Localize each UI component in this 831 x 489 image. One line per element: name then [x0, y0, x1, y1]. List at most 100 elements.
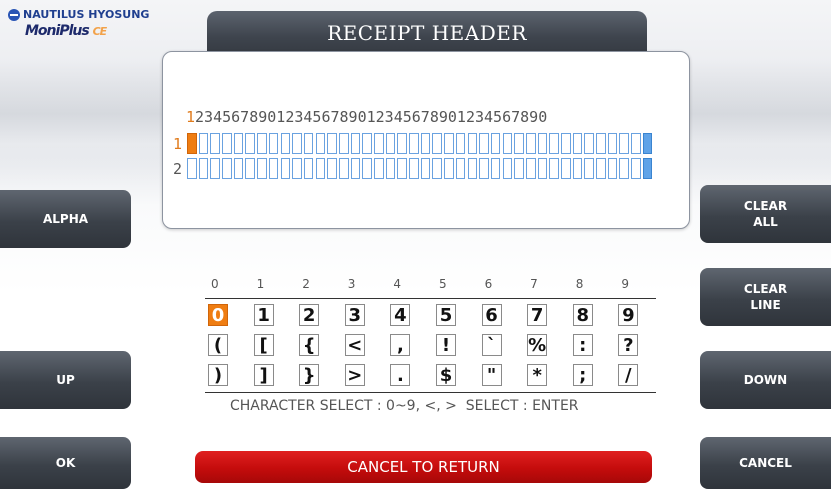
char-key[interactable]: ] — [251, 364, 297, 388]
char-cell — [245, 158, 256, 179]
char-cell — [338, 133, 349, 154]
char-key[interactable]: 9 — [615, 304, 661, 328]
char-cell — [525, 133, 536, 154]
char-cell — [572, 133, 583, 154]
char-key-label: ] — [253, 364, 274, 386]
char-key[interactable]: < — [342, 334, 388, 358]
alpha-button[interactable]: ALPHA — [0, 190, 131, 248]
up-button-label: UP — [56, 373, 75, 387]
char-key-label: 4 — [390, 304, 411, 326]
clear-line-button[interactable]: CLEAR LINE — [700, 268, 831, 326]
char-key-label: % — [527, 334, 548, 356]
char-cell — [479, 158, 489, 179]
char-key-label: 6 — [481, 304, 502, 326]
char-key[interactable]: 2 — [296, 304, 342, 328]
char-cell — [420, 133, 431, 154]
char-cell — [338, 158, 349, 179]
char-key[interactable]: { — [296, 334, 342, 358]
char-key-label: ( — [208, 334, 228, 356]
char-key[interactable]: / — [615, 364, 661, 388]
char-key[interactable]: % — [524, 334, 570, 358]
char-key-label: { — [299, 334, 320, 356]
char-cell — [327, 133, 337, 154]
char-row-3: )]} >. $ " *; / — [205, 364, 661, 388]
char-key[interactable]: " — [479, 364, 525, 388]
cancel-button-label: CANCEL — [739, 456, 792, 470]
header-line-1[interactable] — [187, 133, 655, 155]
char-key[interactable]: ` — [479, 334, 525, 358]
char-cell — [479, 133, 489, 154]
char-cell — [596, 158, 606, 179]
char-cell — [409, 133, 419, 154]
char-key[interactable]: 6 — [479, 304, 525, 328]
char-cell — [327, 158, 337, 179]
char-key-label: } — [299, 364, 320, 386]
char-key[interactable]: . — [387, 364, 433, 388]
ruler-first-digit: 1 — [186, 108, 196, 126]
char-key-label: < — [344, 334, 365, 356]
char-cell — [268, 133, 279, 154]
char-key[interactable]: ? — [615, 334, 661, 358]
cancel-button[interactable]: CANCEL — [700, 437, 831, 489]
brand-logo: NAUTILUS HYOSUNG MoniPlus CE — [8, 8, 149, 39]
brand-product-suffix: CE — [92, 25, 108, 38]
char-cell — [374, 158, 384, 179]
clear-all-button[interactable]: CLEAR ALL — [700, 185, 831, 243]
alpha-button-label: ALPHA — [42, 212, 89, 226]
char-cell — [280, 158, 291, 179]
char-key-label: * — [527, 364, 548, 386]
char-cell — [432, 133, 443, 154]
char-cell — [642, 158, 653, 179]
column-digits: 0 1 2 3 4 5 6 7 8 9 — [207, 277, 663, 291]
clear-all-label: CLEAR ALL — [743, 199, 788, 229]
char-cell — [233, 158, 244, 179]
char-key-label: 9 — [618, 304, 639, 326]
char-cell — [350, 158, 361, 179]
char-cell — [257, 133, 267, 154]
header-line-2[interactable] — [187, 158, 655, 180]
char-key[interactable]: * — [524, 364, 570, 388]
column-digit: 3 — [347, 277, 356, 291]
char-key[interactable]: ; — [570, 364, 616, 388]
char-row-2: ( [{ <,! `%:? — [205, 334, 661, 358]
char-key[interactable]: 5 — [433, 304, 479, 328]
char-key[interactable]: ! — [433, 334, 479, 358]
char-key[interactable]: 8 — [570, 304, 616, 328]
char-cell — [268, 158, 279, 179]
globe-icon — [8, 8, 20, 21]
char-key[interactable]: ( — [205, 334, 251, 358]
char-key-label: " — [481, 364, 502, 386]
char-key[interactable]: } — [296, 364, 342, 388]
char-key[interactable]: 1 — [251, 304, 297, 328]
char-key[interactable]: [ — [251, 334, 297, 358]
down-button[interactable]: DOWN — [700, 351, 831, 409]
char-key-label: ; — [572, 364, 593, 386]
char-key-label: 8 — [572, 304, 593, 326]
char-key[interactable]: 7 — [524, 304, 570, 328]
up-button[interactable]: UP — [0, 351, 131, 409]
char-cell — [444, 158, 454, 179]
char-cell — [584, 158, 594, 179]
cancel-to-return-button[interactable]: CANCEL TO RETURN — [195, 451, 652, 483]
char-key[interactable]: > — [342, 364, 388, 388]
char-cell — [537, 158, 548, 179]
char-cell — [537, 133, 548, 154]
char-cell — [631, 133, 641, 154]
char-cell — [397, 158, 407, 179]
char-cell — [432, 158, 443, 179]
char-key[interactable]: 4 — [387, 304, 433, 328]
char-cell — [187, 158, 197, 179]
char-key[interactable]: 0 — [205, 304, 251, 328]
char-cell — [292, 158, 302, 179]
char-key-label: 7 — [527, 304, 548, 326]
char-key[interactable]: ) — [205, 364, 251, 388]
char-key[interactable]: $ — [433, 364, 479, 388]
char-cell — [502, 133, 513, 154]
char-cell — [222, 158, 232, 179]
char-key[interactable]: 3 — [342, 304, 388, 328]
ok-button[interactable]: OK — [0, 437, 131, 489]
char-key[interactable]: , — [387, 334, 433, 358]
char-grid-bottom-line — [205, 392, 656, 393]
char-key[interactable]: : — [570, 334, 616, 358]
char-cell — [210, 158, 220, 179]
